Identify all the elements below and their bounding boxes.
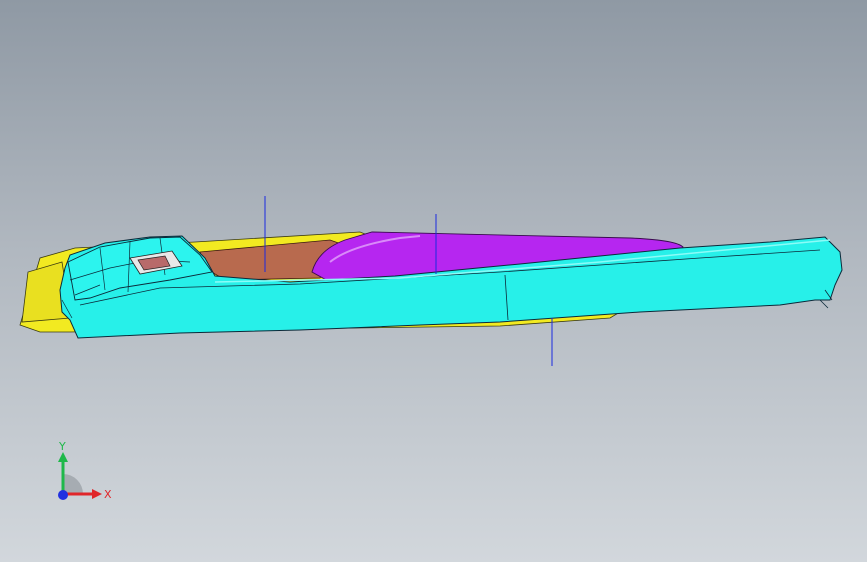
orientation-triad[interactable]: Y X [48, 440, 118, 510]
y-axis-label: Y [58, 440, 66, 453]
graphics-viewport[interactable]: Y X [0, 0, 867, 562]
y-axis-arrow-icon [58, 452, 68, 462]
x-axis-label: X [104, 488, 112, 501]
z-axis-dot-icon [58, 490, 68, 500]
cad-model[interactable] [0, 0, 867, 562]
x-axis-arrow-icon [92, 489, 102, 499]
